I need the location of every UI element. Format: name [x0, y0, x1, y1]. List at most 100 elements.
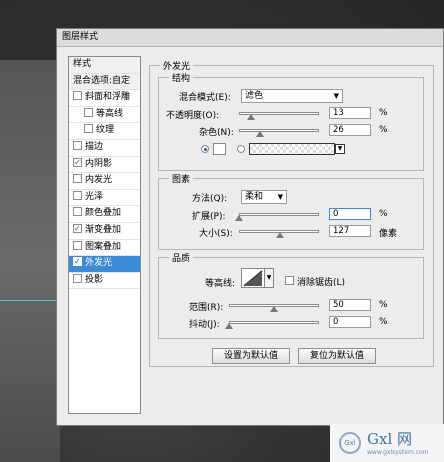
style-item[interactable]: 外发光	[69, 254, 140, 273]
style-item[interactable]: 内阴影	[69, 155, 140, 174]
gradient-radio[interactable]	[237, 145, 245, 153]
jitter-input[interactable]: 0	[329, 316, 371, 328]
range-label: 范围(R):	[189, 303, 224, 313]
jitter-slider-thumb[interactable]	[225, 323, 233, 329]
styles-list: 样式混合选项:自定斜面和浮雕等高线纹理描边内阴影内发光光泽颜色叠加渐变叠加图案叠…	[68, 56, 141, 414]
canvas-document	[0, 60, 60, 462]
style-item-label: 外发光	[85, 258, 113, 269]
style-item[interactable]: 光泽	[69, 190, 140, 207]
size-slider-thumb[interactable]	[276, 232, 284, 238]
structure-group: 结构 混合模式(E): 滤色 ▼ 不透明度(O): 13 % 杂色(N): 26…	[158, 71, 424, 171]
style-item[interactable]: 投影	[69, 273, 140, 290]
elements-group: 图素 方法(Q): 柔和 ▼ 扩展(P): 0 % 大小(S): 127 像素	[158, 172, 424, 250]
contour-picker[interactable]	[241, 268, 265, 288]
opacity-label: 不透明度(O):	[166, 111, 220, 121]
noise-slider[interactable]	[239, 129, 319, 132]
outer-glow-group: 外发光 结构 混合模式(E): 滤色 ▼ 不透明度(O): 13 % 杂色(N)…	[149, 59, 434, 367]
range-unit: %	[379, 300, 388, 310]
style-item[interactable]: 样式	[69, 57, 140, 74]
chevron-down-icon: ▼	[333, 92, 339, 100]
style-item-label: 样式	[73, 59, 92, 69]
technique-select[interactable]: 柔和 ▼	[241, 190, 287, 204]
blend-mode-label: 混合模式(E):	[179, 93, 231, 103]
dialog-title: 图层样式	[57, 29, 443, 47]
style-checkbox[interactable]	[73, 207, 82, 217]
opacity-slider-thumb[interactable]	[247, 114, 255, 120]
contour-label: 等高线:	[205, 279, 236, 289]
style-checkbox[interactable]	[73, 91, 82, 101]
style-item-label: 等高线	[96, 108, 124, 119]
noise-unit: %	[379, 125, 388, 135]
size-unit: 像素	[379, 229, 398, 239]
style-checkbox[interactable]	[73, 273, 82, 283]
technique-label: 方法(Q):	[192, 194, 228, 204]
style-checkbox[interactable]	[84, 124, 93, 134]
style-item-label: 斜面和浮雕	[85, 92, 131, 103]
opacity-input[interactable]: 13	[329, 107, 371, 119]
style-item-label: 图案叠加	[85, 241, 122, 252]
antialias-label: 消除锯齿(L)	[297, 278, 346, 288]
blend-mode-value: 滤色	[245, 91, 264, 101]
range-input[interactable]: 50	[329, 299, 371, 311]
make-default-button[interactable]: 设置为默认值	[212, 348, 290, 364]
spread-unit: %	[379, 209, 388, 219]
style-item-label: 纹理	[96, 125, 115, 136]
spread-slider-thumb[interactable]	[235, 215, 243, 221]
style-checkbox[interactable]	[73, 155, 82, 170]
style-item[interactable]: 纹理	[69, 123, 140, 140]
site-watermark: Gxl Gxl 网 www.gxlsystem.com	[330, 424, 444, 462]
noise-input[interactable]: 26	[329, 124, 371, 136]
quality-group: 品质 等高线: ▼ 消除锯齿(L) 范围(R): 50 % 抖动(J): 0 %	[158, 251, 424, 339]
chevron-down-icon: ▼	[277, 193, 283, 201]
style-checkbox[interactable]	[73, 240, 82, 250]
style-checkbox[interactable]	[73, 140, 82, 150]
noise-slider-thumb[interactable]	[256, 131, 264, 137]
style-checkbox[interactable]	[73, 174, 82, 184]
jitter-unit: %	[379, 317, 388, 327]
contour-curve-icon	[243, 270, 263, 287]
style-item-label: 混合选项:自定	[73, 75, 131, 86]
spread-label: 扩展(P):	[192, 212, 226, 222]
style-item[interactable]: 渐变叠加	[69, 221, 140, 240]
structure-title: 结构	[169, 71, 194, 84]
range-slider-thumb[interactable]	[270, 306, 278, 312]
style-item-label: 投影	[85, 274, 104, 285]
jitter-slider[interactable]	[229, 321, 319, 324]
size-input[interactable]: 127	[329, 225, 371, 237]
style-item-label: 渐变叠加	[85, 224, 122, 235]
style-item-label: 内阴影	[85, 158, 113, 169]
noise-label: 杂色(N):	[199, 128, 234, 138]
style-item[interactable]: 混合选项:自定	[69, 73, 140, 91]
watermark-url: www.gxlsystem.com	[367, 449, 429, 456]
glow-color-swatch[interactable]	[213, 143, 226, 155]
canvas-guide-line	[0, 300, 60, 301]
style-item[interactable]: 等高线	[69, 107, 140, 124]
style-checkbox[interactable]	[73, 221, 82, 236]
style-checkbox[interactable]	[84, 107, 93, 117]
style-item-label: 描边	[85, 141, 104, 152]
blend-mode-select[interactable]: 滤色 ▼	[241, 89, 343, 103]
technique-value: 柔和	[245, 192, 264, 202]
style-item[interactable]: 内发光	[69, 173, 140, 190]
contour-dropdown-icon[interactable]: ▼	[265, 268, 274, 288]
style-checkbox[interactable]	[73, 254, 82, 269]
antialias-checkbox[interactable]	[285, 276, 294, 285]
gradient-dropdown-icon[interactable]: ▼	[335, 144, 345, 154]
style-item-label: 颜色叠加	[85, 208, 122, 219]
spread-input[interactable]: 0	[329, 208, 371, 220]
style-item-label: 光泽	[85, 191, 104, 202]
style-item[interactable]: 斜面和浮雕	[69, 90, 140, 107]
spread-slider[interactable]	[239, 213, 319, 216]
layer-style-dialog: 图层样式 样式混合选项:自定斜面和浮雕等高线纹理描边内阴影内发光光泽颜色叠加渐变…	[56, 28, 444, 426]
size-label: 大小(S):	[199, 229, 233, 239]
reset-default-button[interactable]: 复位为默认值	[298, 348, 376, 364]
quality-title: 品质	[169, 251, 194, 264]
solid-color-radio[interactable]	[201, 145, 209, 153]
jitter-label: 抖动(J):	[189, 320, 220, 330]
watermark-brand: Gxl 网	[367, 430, 413, 448]
opacity-unit: %	[379, 108, 388, 118]
watermark-logo: Gxl	[339, 432, 361, 454]
elements-title: 图素	[169, 172, 194, 185]
style-checkbox[interactable]	[73, 190, 82, 200]
glow-gradient-picker[interactable]	[249, 143, 335, 155]
